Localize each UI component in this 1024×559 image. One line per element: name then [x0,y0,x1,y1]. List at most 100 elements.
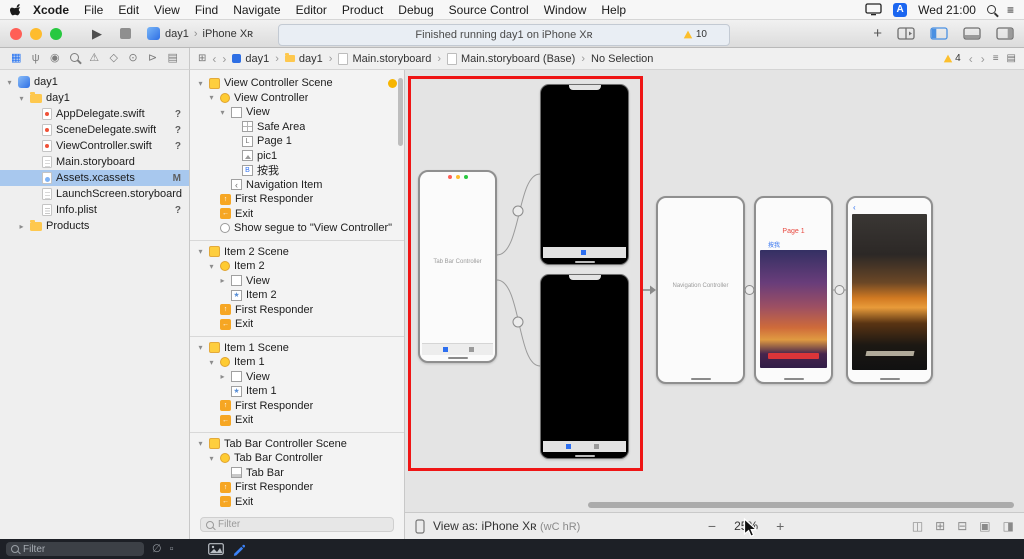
find-navigator-icon[interactable] [69,52,79,65]
breadcrumb-item-main-storyboard-base-3[interactable]: Main.storyboard (Base) [447,52,575,65]
warning-count-badge[interactable]: 10 [683,29,707,40]
outline-view-controller-0-1[interactable]: ▾ View Controller [190,91,404,106]
file-viewcontroller-swift-4[interactable]: ViewController.swift? [0,138,189,154]
outline-tab-bar-controller-scene-3-0[interactable]: ▾ Tab Bar Controller Scene [190,437,404,452]
navigator-filter-field[interactable]: Filter [6,542,144,556]
issue-navigator-icon[interactable]: ⚠ [89,53,99,64]
add-editor-button[interactable] [897,27,915,40]
file-info-plist-8[interactable]: Info.plist? [0,202,189,218]
disclosure-open-icon[interactable]: ▾ [207,358,216,367]
disclosure-closed-icon[interactable]: ▸ [218,372,227,381]
tab-item-selected[interactable] [581,250,587,255]
list-view-icon[interactable]: ≡ [993,53,999,64]
menu-xcode[interactable]: Xcode [33,3,69,17]
brush-icon[interactable] [232,543,245,556]
debug-navigator-icon[interactable]: ⊙ [128,53,137,64]
device-preview-icon[interactable] [415,518,425,534]
outline-page-1-0-4[interactable]: Page 1 [190,134,404,149]
outline-toggle-icon[interactable]: ⊞ [198,53,206,64]
outline-exit-0-9[interactable]: Exit [190,207,404,222]
breadcrumb-item-day1-0[interactable]: day1 [232,53,269,65]
tab-bar[interactable] [422,343,493,355]
disclosure-open-icon[interactable]: ▾ [196,439,205,448]
horizontal-scrollbar[interactable] [588,502,1014,508]
outline-first-responder-2-4[interactable]: First Responder [190,399,404,414]
forward-history-icon[interactable]: › [222,52,226,66]
run-button[interactable]: ▶ [92,26,102,42]
outline-item-2-1-1[interactable]: ▾ Item 2 [190,259,404,274]
disclosure-open-icon[interactable]: ▾ [196,247,205,256]
test-navigator-icon[interactable]: ◇ [110,53,118,64]
previous-issue-icon[interactable]: ‹ [969,52,973,66]
outline-pic1-0-5[interactable]: pic1 [190,149,404,164]
zoom-window-button[interactable] [50,27,62,40]
display-icon[interactable] [865,3,882,16]
media-library-icon[interactable] [207,543,224,555]
report-navigator-icon[interactable]: ▤ [168,53,178,64]
tab-bar[interactable] [543,247,626,258]
menu-help[interactable]: Help [601,3,626,17]
editor-options-icon[interactable]: ▤ [1007,53,1016,64]
spotlight-icon[interactable] [986,5,996,14]
outline-first-responder-3-3[interactable]: First Responder [190,480,404,495]
view-as-label[interactable]: View as: iPhone Xʀ (wC hR) [433,519,580,533]
outline-tab-bar-3-2[interactable]: Tab Bar [190,466,404,481]
menu-product[interactable]: Product [342,3,383,17]
disclosure-open-icon[interactable]: ▾ [196,79,205,88]
toggle-navigator-button[interactable] [930,27,948,40]
outline-tab-bar-controller-3-1[interactable]: ▾ Tab Bar Controller [190,451,404,466]
file-scenedelegate-swift-3[interactable]: SceneDelegate.swift? [0,122,189,138]
toggle-debug-area-button[interactable] [963,27,981,40]
navigation-controller-frame[interactable]: Navigation Controller [656,196,745,384]
breadcrumb-item-no-selection-4[interactable]: No Selection [591,53,653,65]
outline-filter-field[interactable]: Filter [200,517,394,532]
outline-safe-area-0-3[interactable]: Safe Area [190,120,404,135]
menu-source-control[interactable]: Source Control [449,3,529,17]
outline-view-0-2[interactable]: ▾ View [190,105,404,120]
disclosure-open-icon[interactable]: ▾ [218,108,227,117]
menu-file[interactable]: File [84,3,103,17]
disclosure-open-icon[interactable]: ▾ [207,262,216,271]
detail-view-controller-frame[interactable]: ‹ [846,196,933,384]
breadcrumb-item-main-storyboard-2[interactable]: Main.storyboard [338,52,431,65]
notification-center-icon[interactable]: ≡ [1007,3,1014,17]
symbol-navigator-icon[interactable]: ◉ [50,53,60,64]
disclosure-open-icon[interactable]: ▾ [5,78,14,87]
outline-navigation-item-0-7[interactable]: Navigation Item [190,178,404,193]
library-button[interactable]: + [873,25,882,42]
file-main-storyboard-5[interactable]: Main.storyboard [0,154,189,170]
menu-navigate[interactable]: Navigate [233,3,280,17]
file-day1-0[interactable]: ▾ day1 [0,74,189,90]
disclosure-open-icon[interactable]: ▾ [17,94,26,103]
storyboard-canvas[interactable]: Tab Bar Controller Navigation Controller… [405,70,1024,512]
file-day1-1[interactable]: ▾ day1 [0,90,189,106]
pin-icon[interactable]: ▣ [979,519,990,533]
outline-exit-2-5[interactable]: Exit [190,413,404,428]
outline-view-2-2[interactable]: ▸ View [190,370,404,385]
input-source-badge[interactable]: A [893,2,908,17]
outline-view-controller-scene-0-0[interactable]: ▾ View Controller Scene [190,76,404,91]
scheme-selector[interactable]: day1 › iPhone Xʀ [147,27,253,40]
item2-view-frame[interactable] [540,274,629,459]
scene-warning-dot[interactable] [388,78,397,88]
back-history-icon[interactable]: ‹ [212,52,216,66]
toggle-inspector-button[interactable] [996,27,1014,40]
outline-item-1-2-3[interactable]: Item 1 [190,384,404,399]
tab-item[interactable] [594,444,600,449]
disclosure-open-icon[interactable]: ▾ [207,93,216,102]
scheme-device[interactable]: iPhone Xʀ [203,28,254,40]
file-assets-xcassets-6[interactable]: Assets.xcassets M [0,170,189,186]
outline-show-segue-to-view-controller-0-10[interactable]: Show segue to "View Controller" [190,221,404,236]
align-icon[interactable]: ⊟ [957,519,967,533]
source-control-navigator-icon[interactable]: ψ [32,53,40,64]
menu-edit[interactable]: Edit [118,3,139,17]
menu-find[interactable]: Find [195,3,218,17]
outline-item-1-2-1[interactable]: ▾ Item 1 [190,355,404,370]
tab-item-selected[interactable] [443,347,449,352]
jump-bar[interactable]: ⊞ ‹ › day1 › day1 › Main.storyboard › Main.sto… [190,48,1024,70]
zoom-level[interactable]: 25% [734,519,758,533]
outline-exit-1-5[interactable]: Exit [190,317,404,332]
outline-exit-3-4[interactable]: Exit [190,495,404,510]
project-navigator-icon[interactable]: ▦ [11,53,21,64]
outline-view-1-2[interactable]: ▸ View [190,274,404,289]
